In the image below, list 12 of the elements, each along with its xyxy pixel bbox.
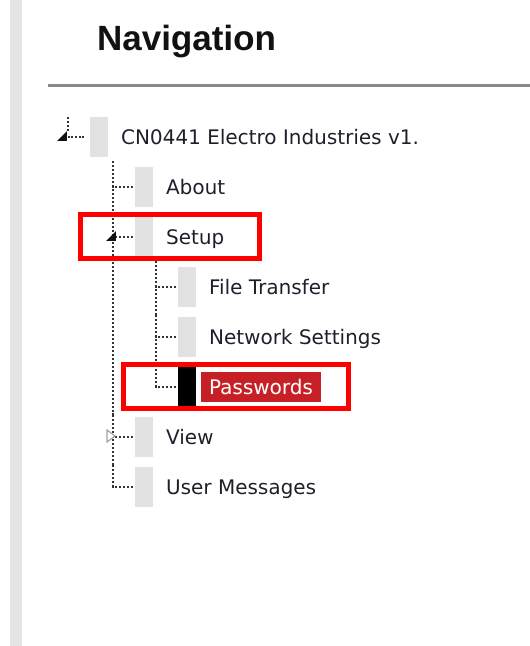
tree-item[interactable]: Network Settings (201, 322, 389, 352)
tree-item[interactable]: File Transfer (201, 272, 338, 302)
navigation-heading: Navigation (97, 18, 277, 60)
collapse-triangle-icon[interactable] (105, 229, 117, 243)
tree-item[interactable]: User Messages (158, 472, 324, 502)
tree-item[interactable]: Passwords (201, 372, 321, 402)
tree-item[interactable]: Setup (158, 222, 232, 252)
tree-item[interactable]: View (158, 422, 222, 452)
tree-item[interactable]: About (158, 172, 234, 202)
tree-item[interactable]: CN0441 Electro Industries v1. (113, 122, 427, 152)
collapse-triangle-icon[interactable] (56, 129, 68, 143)
expand-triangle-icon[interactable] (105, 429, 117, 443)
